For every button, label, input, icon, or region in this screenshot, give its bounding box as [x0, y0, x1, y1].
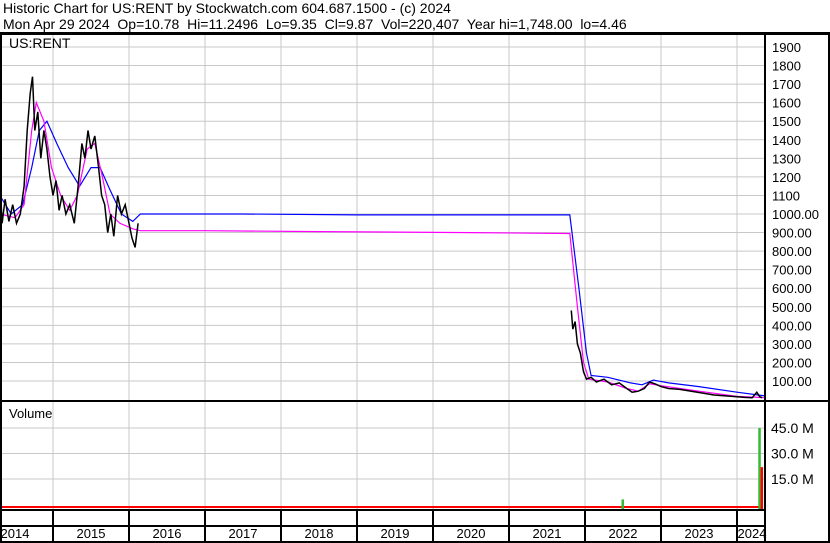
y-tick-label: 1500 — [772, 114, 801, 129]
y-tick-label: 1800 — [772, 59, 801, 74]
x-tick-label: 2017 — [229, 526, 258, 541]
x-tick-label: 2014 — [1, 526, 30, 541]
volume-tick-label: 15.0 M — [771, 471, 814, 487]
volume-tick-label: 30.0 M — [771, 446, 814, 462]
symbol-label: US:RENT — [9, 35, 71, 51]
y-tick-label: 1300 — [772, 151, 801, 166]
series-price — [570, 310, 763, 399]
series-ma-short — [0, 100, 766, 399]
y-tick-label: 400.00 — [772, 318, 812, 333]
y-tick-label: 700.00 — [772, 263, 812, 278]
y-tick-label: 1400 — [772, 133, 801, 148]
y-tick-label: 1100 — [772, 188, 800, 203]
volume-bar — [760, 467, 764, 510]
y-tick-label: 900.00 — [772, 226, 812, 241]
chart-window: Historic Chart for US:RENT by Stockwatch… — [0, 0, 830, 543]
volume-label: Volume — [9, 406, 52, 421]
x-tick-label: 2018 — [305, 526, 334, 541]
y-tick-label: 1700 — [772, 77, 801, 92]
y-tick-label: 300.00 — [772, 337, 812, 352]
y-tick-label: 100.00 — [772, 374, 812, 389]
y-tick-label: 800.00 — [772, 244, 812, 259]
y-tick-label: 1200 — [772, 170, 801, 185]
volume-tick-label: 45.0 M — [771, 420, 814, 436]
y-tick-label: 600.00 — [772, 281, 812, 296]
volume-bar — [621, 499, 624, 510]
y-tick-label: 1000.00 — [772, 207, 819, 222]
price-volume-chart: 2014 2015 2016 2017 2018 2019 2020 2021 2022 2023… — [0, 32, 830, 543]
x-tick-label: 2016 — [153, 526, 182, 541]
y-tick-label: 500.00 — [772, 300, 812, 315]
x-tick-label: 2015 — [77, 526, 106, 541]
x-tick-label: 2022 — [609, 526, 638, 541]
y-tick-label: 200.00 — [772, 355, 812, 370]
x-tick-label: 2020 — [457, 526, 486, 541]
x-tick-label: 2021 — [533, 526, 562, 541]
series-ma-long — [0, 120, 766, 397]
volume-bar — [758, 428, 761, 510]
x-tick-label: 2024 — [738, 526, 767, 541]
y-tick-label: 1900 — [772, 40, 801, 55]
x-tick-label: 2019 — [381, 526, 410, 541]
y-tick-label: 1600 — [772, 96, 801, 111]
x-tick-label: 2023 — [685, 526, 714, 541]
